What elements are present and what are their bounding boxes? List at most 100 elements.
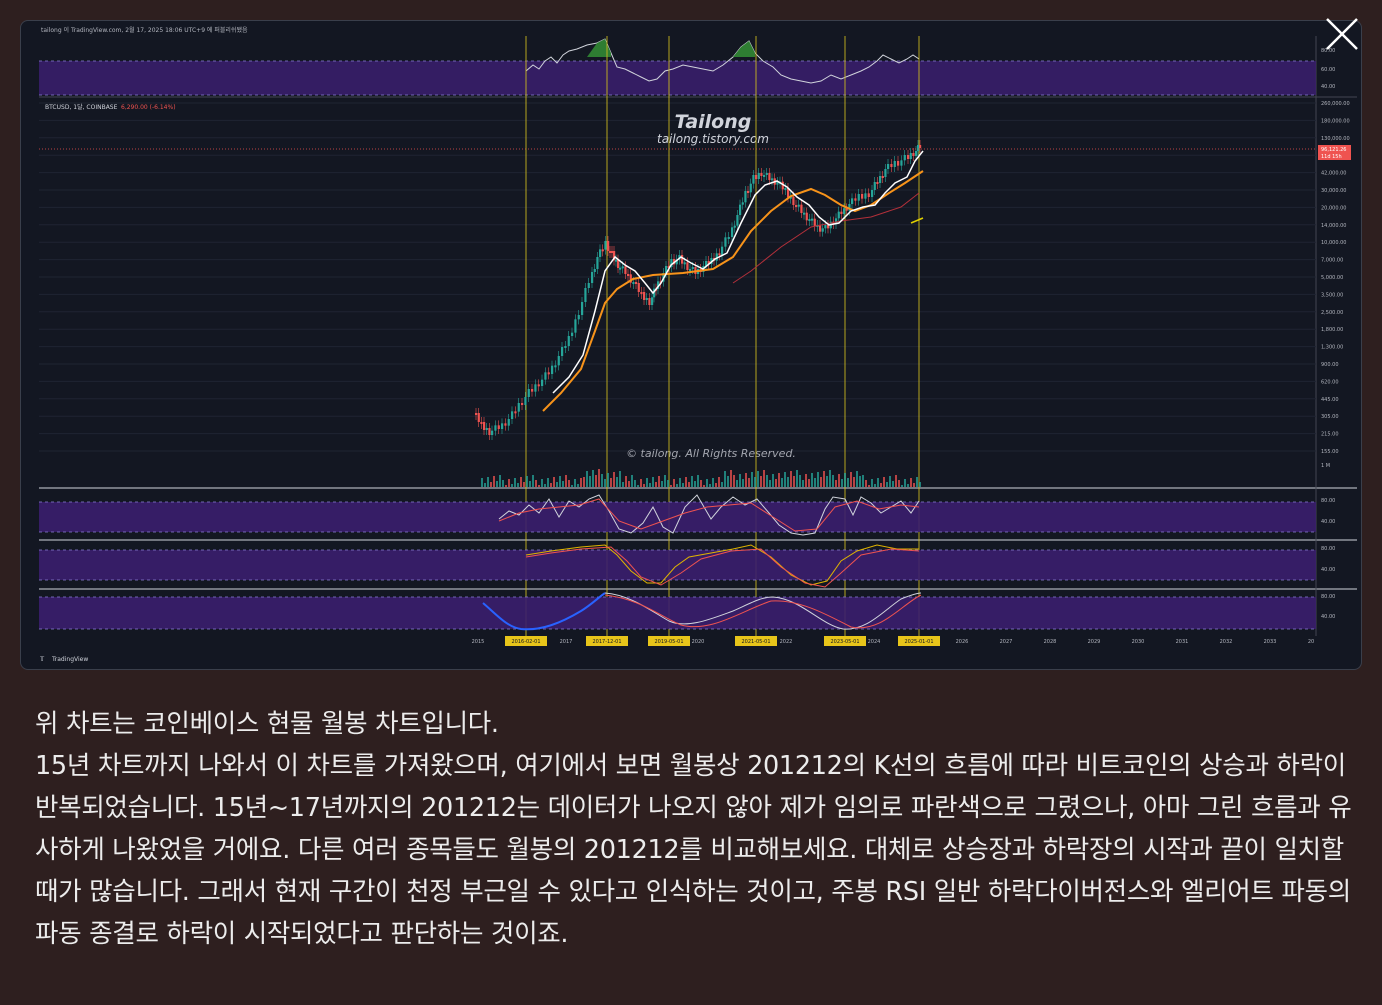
candle-body (691, 267, 694, 269)
volume-bar (802, 480, 804, 487)
candle-body (897, 161, 900, 166)
candle-body (768, 173, 771, 180)
volume-bar (523, 482, 525, 487)
volume-bar (880, 483, 882, 487)
candle-body (557, 356, 560, 366)
close-button[interactable] (1322, 14, 1362, 54)
volume-bar (589, 476, 591, 487)
volume-bar (682, 483, 684, 487)
volume-bar (865, 480, 867, 487)
candle-body (854, 198, 857, 201)
candle-body (619, 267, 622, 270)
candle-body (813, 218, 816, 227)
volume-bar (547, 478, 549, 487)
current-price-countdown: 11d 15h (1321, 154, 1342, 160)
candle-body (887, 164, 890, 169)
candle-body (521, 403, 524, 405)
candle-body (611, 251, 614, 253)
candle-body (686, 262, 689, 270)
price-level-label: 10,000.00 (1321, 240, 1346, 246)
year-label: 2022 (780, 639, 793, 645)
volume-bar (877, 478, 879, 487)
change-label: 6,290.00 (-6.14%) (121, 104, 176, 111)
volume-bar (745, 473, 747, 487)
year-label: 2024 (868, 639, 881, 645)
volume-bar (751, 472, 753, 487)
volume-bar (619, 471, 621, 487)
volume-bar (538, 485, 540, 487)
volume-bar (481, 478, 483, 487)
candle-body (873, 182, 876, 190)
price-level-label: 3,500.00 (1321, 292, 1343, 298)
candle-body (808, 219, 811, 221)
volume-bar (703, 485, 705, 487)
volume-bar (511, 484, 513, 487)
volume-bar (784, 472, 786, 487)
volume-bar (574, 479, 576, 487)
watermark-url: tailong.tistory.com (657, 132, 769, 146)
year-label: 2026 (956, 639, 969, 645)
osc-level-label: 80.00 (1321, 594, 1335, 600)
candle-body (632, 282, 635, 284)
volume-bar (730, 470, 732, 487)
candle-body (544, 372, 547, 380)
volume-bar (493, 476, 495, 487)
volume-bar (793, 476, 795, 487)
current-price-value: 96,121.26 (1321, 147, 1346, 153)
volume-bar (685, 477, 687, 487)
candle-body (867, 193, 870, 197)
volume-bar (883, 477, 885, 487)
candle-body (683, 262, 686, 265)
price-grid (39, 102, 1316, 452)
rsi-band (39, 61, 1316, 95)
volume-bar (535, 480, 537, 487)
volume-bar (907, 484, 909, 487)
candle-body (497, 425, 500, 429)
volume-bar (763, 470, 765, 487)
volume-bar (550, 483, 552, 487)
candle-body (721, 246, 724, 255)
price-level-label: 2,500.00 (1321, 310, 1343, 316)
candle-body (615, 259, 618, 262)
candle-body (524, 397, 527, 405)
candle-body (596, 257, 599, 269)
candle-body (567, 336, 570, 346)
volume-bar (841, 479, 843, 487)
price-level-label: 445.00 (1321, 397, 1339, 403)
year-label: 2033 (1264, 639, 1277, 645)
candle-body (917, 145, 920, 151)
price-level-label: 180,000.00 (1321, 118, 1350, 124)
volume-bar (799, 475, 801, 487)
volume-bar (727, 476, 729, 487)
volume-bar (505, 485, 507, 487)
price-level-label: 20,000.00 (1321, 205, 1346, 211)
candle-body (591, 272, 594, 283)
volume-bar (739, 474, 741, 487)
price-level-label: 14,000.00 (1321, 223, 1346, 229)
candle-body (797, 204, 800, 207)
candle-body (824, 225, 827, 229)
candle-body (480, 422, 483, 424)
volume-bar (817, 472, 819, 487)
price-level-label: 1,300.00 (1321, 345, 1343, 351)
candle-body (640, 292, 643, 294)
osc-level-label: 40.00 (1321, 519, 1335, 525)
candle-body (733, 225, 736, 228)
volume-bar (748, 478, 750, 487)
volume-bar (517, 483, 519, 487)
volume-bar (556, 482, 558, 487)
candle-body (627, 274, 630, 276)
volume-bar (613, 472, 615, 487)
candle-body (919, 145, 922, 148)
candle-body (752, 175, 755, 184)
watermark-title: Tailong (675, 111, 752, 133)
volume-bar (646, 478, 648, 487)
volume-bar (766, 475, 768, 487)
volume-bar (901, 485, 903, 487)
candle-body (593, 269, 596, 272)
candle-body (718, 253, 721, 256)
volume-bar (520, 477, 522, 487)
rsi-scale: 80.0060.0040.00 (1321, 48, 1335, 90)
candle-body (547, 372, 550, 375)
volume-bar (565, 475, 567, 487)
